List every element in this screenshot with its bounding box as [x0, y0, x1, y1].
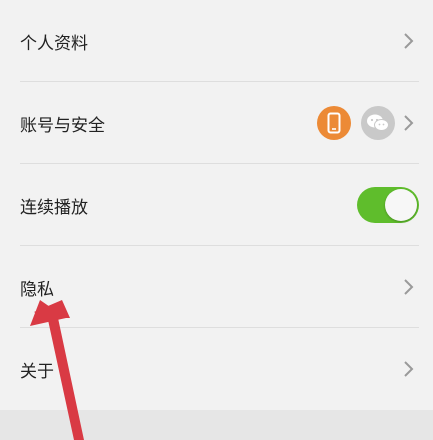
- settings-item-profile[interactable]: 个人资料: [0, 0, 433, 82]
- linked-accounts: [317, 106, 395, 140]
- chevron-right-icon: [401, 360, 415, 378]
- toggle-knob: [385, 189, 417, 221]
- settings-item-label: 关于: [20, 361, 54, 382]
- wechat-icon: [361, 106, 395, 140]
- chevron-right-icon: [401, 114, 415, 132]
- settings-item-label: 连续播放: [20, 197, 88, 218]
- settings-item-privacy[interactable]: 隐私: [0, 246, 433, 328]
- settings-list: 个人资料 账号与安全 连续播放 隐私 关于: [0, 0, 433, 410]
- chevron-right-icon: [401, 278, 415, 296]
- settings-item-label: 个人资料: [20, 33, 88, 54]
- continuous-play-toggle[interactable]: [357, 187, 419, 223]
- settings-item-account-security[interactable]: 账号与安全: [0, 82, 433, 164]
- chevron-right-icon: [401, 32, 415, 50]
- settings-item-label: 账号与安全: [20, 115, 105, 136]
- settings-item-label: 隐私: [20, 279, 54, 300]
- section-gap: [0, 410, 433, 440]
- settings-item-continuous-play: 连续播放: [0, 164, 433, 246]
- settings-item-about[interactable]: 关于: [0, 328, 433, 410]
- phone-icon: [317, 106, 351, 140]
